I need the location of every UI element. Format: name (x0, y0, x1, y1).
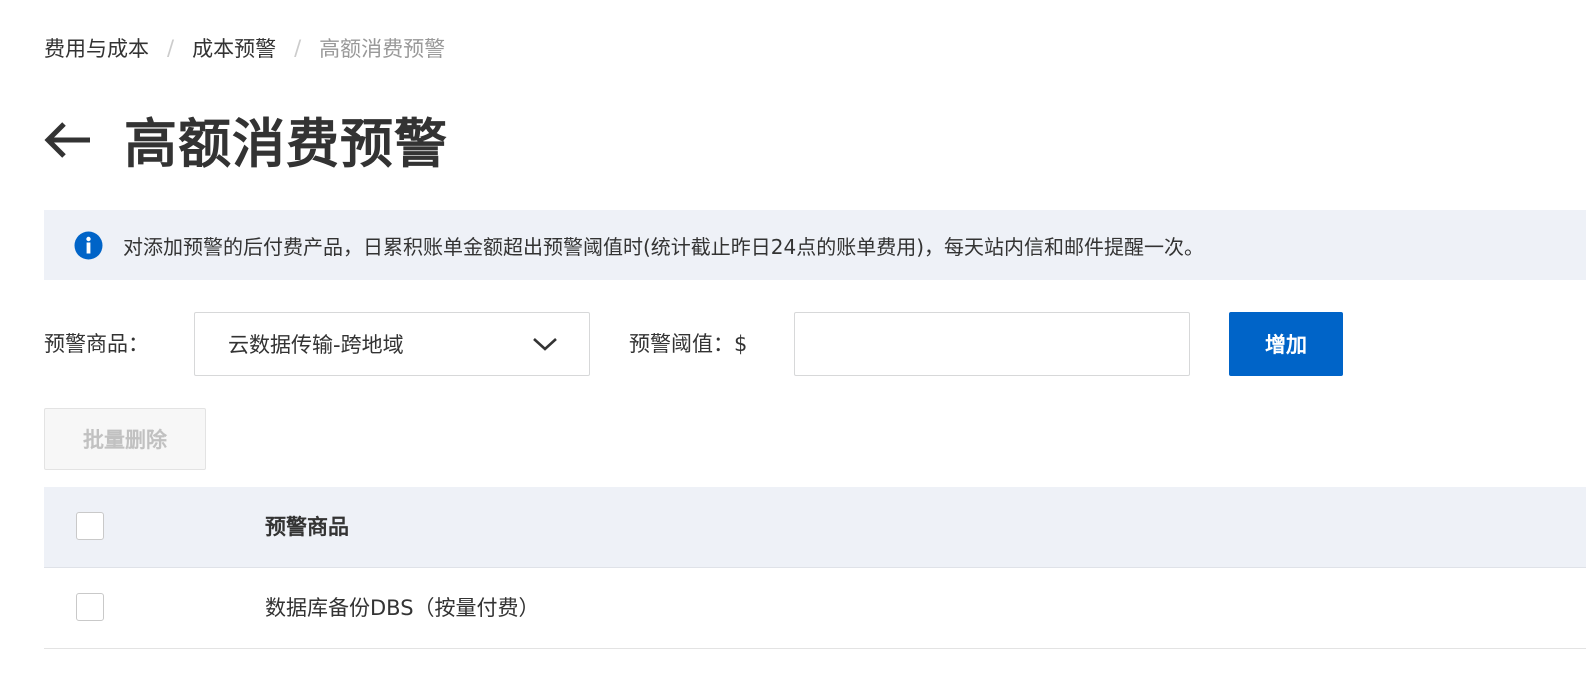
breadcrumb-separator: / (167, 36, 175, 60)
batch-delete-button[interactable]: 批量删除 (44, 408, 206, 470)
product-select[interactable]: 云数据传输-跨地域 (194, 312, 590, 376)
add-button[interactable]: 增加 (1229, 312, 1343, 376)
row-checkbox[interactable] (76, 593, 104, 621)
alert-table: 预警商品 数据库备份DBS（按量付费） (44, 487, 1586, 649)
info-notice: 对添加预警的后付费产品，日累积账单金额超出预警阈值时(统计截止昨日24点的账单费… (44, 210, 1586, 280)
table-row: 数据库备份DBS（按量付费） (44, 568, 1586, 649)
breadcrumb-item-cost[interactable]: 费用与成本 (44, 33, 149, 63)
threshold-label: 预警阈值：$ (629, 332, 748, 356)
breadcrumb-separator: / (294, 36, 302, 60)
info-icon (74, 231, 103, 260)
breadcrumb-item-current: 高额消费预警 (319, 37, 446, 61)
threshold-input[interactable] (794, 312, 1190, 376)
chevron-down-icon (531, 333, 559, 355)
breadcrumb-item-cost-alert[interactable]: 成本预警 (192, 33, 276, 63)
product-select-value: 云数据传输-跨地域 (228, 333, 404, 357)
page-header: 高额消费预警 (44, 105, 448, 175)
page-title: 高额消费预警 (124, 114, 448, 175)
table-header: 预警商品 (44, 487, 1586, 568)
product-cell: 数据库备份DBS（按量付费） (265, 596, 540, 620)
breadcrumb: 费用与成本 / 成本预警 / 高额消费预警 (44, 33, 445, 63)
product-label: 预警商品： (44, 332, 149, 356)
arrow-left-icon[interactable] (44, 120, 94, 160)
column-header-product: 预警商品 (265, 515, 349, 539)
alert-form: 预警商品： 云数据传输-跨地域 预警阈值：$ 增加 (44, 312, 1364, 376)
notice-text: 对添加预警的后付费产品，日累积账单金额超出预警阈值时(统计截止昨日24点的账单费… (123, 234, 1205, 259)
select-all-checkbox[interactable] (76, 512, 104, 540)
